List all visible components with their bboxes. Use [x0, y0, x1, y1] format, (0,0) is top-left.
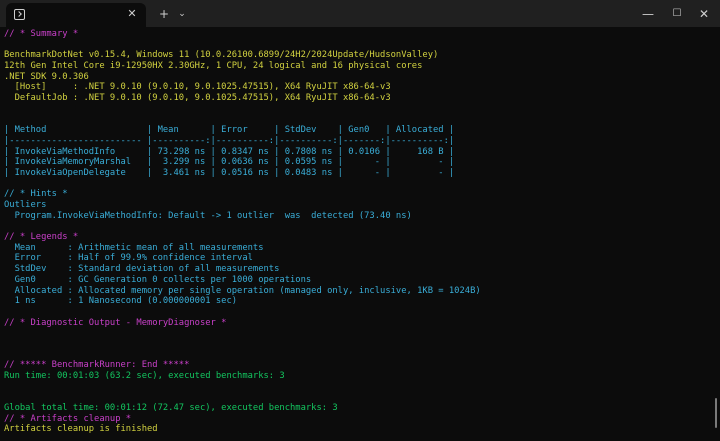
maximize-button[interactable]: ☐ [669, 5, 685, 23]
tab-close-icon[interactable]: ✕ [124, 6, 140, 22]
terminal-line: Program.InvokeViaMethodInfo: Default -> … [4, 210, 412, 221]
terminal-line: 1 ns : 1 Nanosecond (0.000000001 sec) [4, 296, 238, 307]
terminal-line: BenchmarkDotNet v0.15.4, Windows 11 (10.… [4, 50, 439, 61]
terminal-icon [14, 9, 25, 20]
terminal-line: | Method | Mean | Error | StdDev | Gen0 … [4, 125, 455, 136]
terminal-line: Outliers [4, 200, 47, 210]
terminal-line: |------------------------- |----------:|… [4, 135, 455, 146]
scrollbar[interactable] [715, 398, 717, 428]
terminal-line: StdDev : Standard deviation of all measu… [4, 264, 280, 275]
new-tab-button[interactable]: + [157, 5, 171, 23]
terminal-line: Gen0 : GC Generation 0 collects per 1000… [4, 274, 312, 285]
terminal-line: // * Artifacts cleanup * [4, 413, 132, 424]
terminal-tab[interactable]: ✕ [6, 3, 146, 27]
terminal-line: // * Summary * [4, 29, 79, 39]
terminal-line: // ***** BenchmarkRunner: End ***** [4, 360, 190, 371]
terminal-line: DefaultJob : .NET 9.0.10 (9.0.10, 9.0.10… [4, 93, 391, 104]
close-window-button[interactable]: ✕ [696, 5, 712, 23]
terminal-line: .NET SDK 9.0.306 [4, 71, 89, 82]
terminal-line: Run time: 00:01:03 (63.2 sec), executed … [4, 371, 285, 381]
terminal-output[interactable]: // * Summary * BenchmarkDotNet v0.15.4, W… [4, 29, 704, 439]
chevron-down-icon[interactable]: ⌄ [176, 5, 188, 23]
terminal-line: // * Diagnostic Output - MemoryDiagnoser… [4, 317, 227, 328]
terminal-line: // * Legends * [4, 232, 79, 243]
terminal-line: | InvokeViaMethodInfo | 73.298 ns | 0.83… [4, 146, 455, 157]
terminal-line: | InvokeViaMemoryMarshal | 3.299 ns | 0.… [4, 157, 455, 168]
terminal-line: Error : Half of 99.9% confidence interva… [4, 253, 253, 264]
title-bar: ✕ + ⌄ — ☐ ✕ [0, 0, 720, 27]
terminal-line: 12th Gen Intel Core i9-12950HX 2.30GHz, … [4, 61, 423, 72]
terminal-line: [Host] : .NET 9.0.10 (9.0.10, 9.0.1025.4… [4, 82, 391, 93]
terminal-line: Allocated : Allocated memory per single … [4, 285, 481, 296]
terminal-line: // * Hints * [4, 189, 68, 200]
minimize-button[interactable]: — [640, 5, 656, 23]
terminal-line: Artifacts cleanup is finished [4, 424, 158, 435]
terminal-line: | InvokeViaOpenDelegate | 3.461 ns | 0.0… [4, 167, 455, 178]
terminal-line: Global total time: 00:01:12 (72.47 sec),… [4, 403, 338, 414]
terminal-window: ✕ + ⌄ — ☐ ✕ // * Summary * BenchmarkDotNe… [0, 0, 720, 441]
terminal-line: Mean : Arithmetic mean of all measuremen… [4, 242, 264, 253]
